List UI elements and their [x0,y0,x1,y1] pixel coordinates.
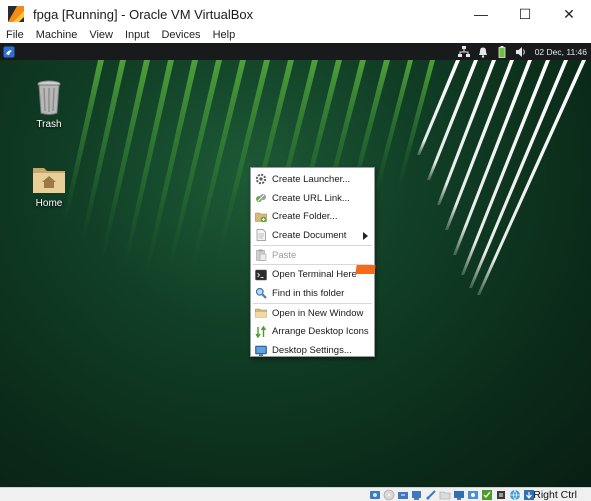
close-icon: ✕ [563,5,575,22]
maximize-icon: ☐ [518,5,532,22]
magnifier-icon [255,288,267,300]
menu-item-paste: Paste [251,246,374,265]
trash-icon [37,80,61,115]
menu-item-create-folder[interactable]: Create Folder... [251,207,374,226]
menu-item-label: Arrange Desktop Icons [272,326,369,338]
host-key-label: Right Ctrl [533,489,577,501]
vbox-menubar: File Machine View Input Devices Help [0,28,591,42]
global-icon[interactable] [509,489,521,501]
submenu-arrow-icon [363,232,368,241]
network-adapter-icon[interactable] [411,489,423,501]
xfce-top-panel: 02 Dec, 11:46 [0,43,591,60]
desktop-icon-home[interactable]: Home [19,163,79,209]
trash-label: Trash [36,119,62,130]
menu-item-label: Create URL Link... [272,192,350,204]
menu-item-open-new-window[interactable]: Open in New Window [251,304,374,323]
menu-devices[interactable]: Devices [155,28,206,42]
menu-item-label: Create Document [272,229,347,241]
optical-drive-icon[interactable] [383,489,395,501]
close-button[interactable]: ✕ [547,0,591,28]
menu-input[interactable]: Input [119,28,155,42]
usb-icon[interactable] [425,489,437,501]
menu-machine[interactable]: Machine [30,28,84,42]
display-icon[interactable] [453,489,465,501]
menu-item-label: Desktop Settings... [272,345,352,357]
menu-item-find-in-folder[interactable]: Find in this folder [251,284,374,303]
maximize-button[interactable]: ☐ [503,0,547,28]
link-icon [256,194,266,203]
document-icon [256,229,266,242]
menu-item-label: Open Terminal Here [272,269,357,281]
recording-icon[interactable] [467,489,479,501]
applications-menu-icon[interactable] [3,46,15,58]
menu-item-label: Paste [272,249,297,261]
menu-item-label: Open in New Window [272,307,364,319]
folder-add-icon [255,212,267,223]
menu-item-label: Create Folder... [272,211,338,223]
menu-file[interactable]: File [0,28,30,42]
volume-icon[interactable] [514,45,528,59]
minimize-button[interactable]: — [459,0,503,28]
home-folder-icon [33,168,65,193]
hard-disk-icon[interactable] [369,489,381,501]
notification-bell-icon[interactable] [476,45,490,59]
menu-item-label: Create Launcher... [272,173,351,185]
terminal-icon [255,269,267,281]
window-title: fpga [Running] - Oracle VM VirtualBox [33,6,254,22]
desktop-icon-trash[interactable]: Trash [19,78,79,130]
monitor-icon [255,345,267,356]
minimize-icon: — [474,6,488,22]
virtualbox-app-icon [8,6,24,22]
shared-folders-icon[interactable] [439,489,451,501]
menu-item-create-launcher[interactable]: Create Launcher... [251,170,374,189]
menu-view[interactable]: View [83,28,119,42]
highlight-marker [355,265,376,274]
panel-clock[interactable]: 02 Dec, 11:46 [535,47,587,57]
audio-icon[interactable] [397,489,409,501]
home-label: Home [35,198,63,209]
cpu-icon[interactable] [495,489,507,501]
paste-icon [256,249,267,261]
menu-help[interactable]: Help [207,28,242,42]
arrange-icon [255,325,267,338]
menu-item-create-url-link[interactable]: Create URL Link... [251,189,374,208]
battery-icon[interactable] [495,45,509,59]
gear-icon [255,174,267,185]
desktop-context-menu: Create Launcher... Create URL Link... Cr… [250,167,375,357]
vbox-statusbar: Right Ctrl [0,487,591,501]
menu-item-arrange-desktop-icons[interactable]: Arrange Desktop Icons [251,323,374,342]
guest-additions-icon[interactable] [481,489,493,501]
menu-item-desktop-settings[interactable]: Desktop Settings... [251,341,374,360]
network-icon[interactable] [457,45,471,59]
menu-item-label: Find in this folder [272,287,345,299]
menu-item-create-document[interactable]: Create Document [251,226,374,245]
window-titlebar: fpga [Running] - Oracle VM VirtualBox — … [0,0,591,28]
folder-open-icon [255,308,267,318]
